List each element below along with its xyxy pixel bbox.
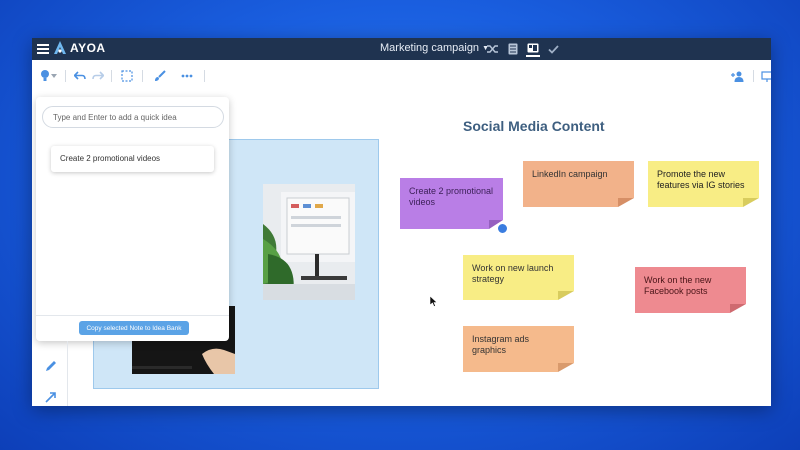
brand-name: AYOA xyxy=(70,41,106,55)
add-user-icon[interactable] xyxy=(729,68,745,84)
quick-idea-panel: Create 2 promotional videos Copy selecte… xyxy=(36,97,229,341)
idea-card[interactable]: Create 2 promotional videos xyxy=(51,146,214,172)
list-view-icon[interactable] xyxy=(506,41,520,57)
app-window: AYOA Marketing campaign ▼ Social Media C… xyxy=(32,38,771,406)
note-text: Work on the new Facebook posts xyxy=(644,275,712,296)
view-switcher xyxy=(486,41,560,57)
note-ig-stories[interactable]: Promote the new features via IG stories xyxy=(648,161,759,207)
sync-icon[interactable] xyxy=(496,222,509,235)
note-facebook-posts[interactable]: Work on the new Facebook posts xyxy=(635,267,746,313)
mouse-cursor-icon xyxy=(430,296,438,307)
hamburger-menu-icon[interactable] xyxy=(37,42,49,56)
idea-text: Create 2 promotional videos xyxy=(60,154,161,163)
check-icon[interactable] xyxy=(546,41,560,57)
board-title-dropdown[interactable]: Marketing campaign ▼ xyxy=(380,42,489,54)
board-view-icon[interactable] xyxy=(526,41,540,57)
note-instagram-ads[interactable]: Instagram ads graphics xyxy=(463,326,574,372)
top-bar: AYOA Marketing campaign ▼ xyxy=(32,38,771,60)
note-launch-strategy[interactable]: Work on new launch strategy xyxy=(463,255,574,300)
undo-icon[interactable] xyxy=(72,68,88,84)
more-icon[interactable] xyxy=(179,68,195,84)
select-icon[interactable] xyxy=(119,68,135,84)
caret-down-icon[interactable] xyxy=(50,68,58,84)
copy-to-idea-bank-button[interactable]: Copy selected Note to Idea Bank xyxy=(79,321,189,335)
panel-divider xyxy=(36,315,229,316)
arrow-icon[interactable] xyxy=(43,389,59,405)
left-toolbar xyxy=(32,341,68,406)
note-linkedin-campaign[interactable]: LinkedIn campaign xyxy=(523,161,634,207)
note-text: Create 2 promotional videos xyxy=(409,186,494,207)
ayoa-logo-icon xyxy=(54,41,66,54)
note-text: Work on new launch strategy xyxy=(472,263,554,284)
office-plants-photo[interactable] xyxy=(263,184,355,300)
section-title[interactable]: Social Media Content xyxy=(463,118,605,134)
pencil-icon[interactable] xyxy=(43,358,59,374)
present-icon[interactable] xyxy=(759,68,771,84)
toolbar xyxy=(32,60,771,92)
paint-brush-icon[interactable] xyxy=(152,68,168,84)
note-text: Promote the new features via IG stories xyxy=(657,169,745,190)
note-promotional-videos[interactable]: Create 2 promotional videos xyxy=(400,178,503,229)
brand: AYOA xyxy=(53,40,106,56)
board-title: Marketing campaign xyxy=(380,42,480,54)
shuffle-icon[interactable] xyxy=(486,41,500,57)
redo-icon[interactable] xyxy=(90,68,106,84)
note-text: LinkedIn campaign xyxy=(532,169,608,179)
note-text: Instagram ads graphics xyxy=(472,334,530,355)
quick-idea-input[interactable] xyxy=(42,106,224,128)
